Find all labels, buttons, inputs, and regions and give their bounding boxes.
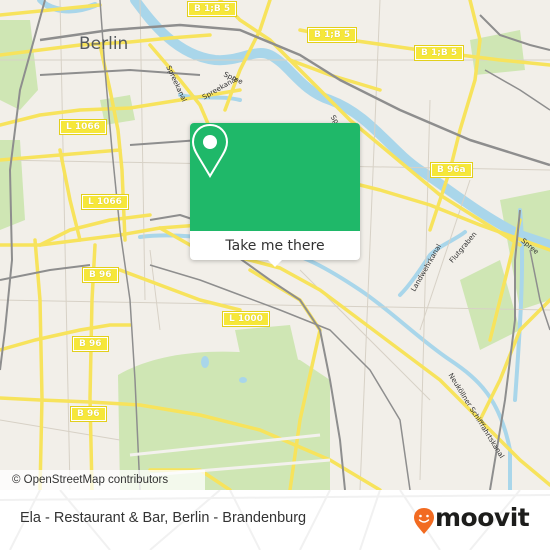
place-name: Ela - Restaurant & Bar, Berlin - Branden…: [20, 510, 307, 526]
moovit-wordmark: moovit: [435, 503, 530, 532]
popup-header: [190, 123, 360, 231]
road-shield: B 1;B 5: [186, 1, 238, 17]
map-view[interactable]: Berlin B 1;B 5 B 1;B 5 B 1;B 5 L 1066 L …: [0, 0, 550, 490]
moovit-smiley-pin-icon: [414, 508, 434, 534]
location-popup: Take me there: [190, 123, 360, 267]
road-shield: B 96: [72, 336, 109, 352]
road-shield: L 1066: [59, 119, 107, 135]
city-label-berlin: Berlin: [79, 34, 129, 54]
road-shield: B 96: [70, 406, 107, 422]
road-shield: B 96: [82, 267, 119, 283]
road-shield: B 1;B 5: [413, 45, 465, 61]
take-me-there-button[interactable]: Take me there: [190, 231, 360, 260]
footer-bar: Ela - Restaurant & Bar, Berlin - Branden…: [0, 490, 550, 550]
road-shield: B 1;B 5: [306, 27, 358, 43]
popup-pointer: [267, 259, 283, 267]
road-shield: B 96a: [430, 162, 473, 178]
map-attribution[interactable]: © OpenStreetMap contributors: [0, 470, 205, 490]
road-shield: L 1066: [81, 194, 129, 210]
map-pin-icon: [191, 123, 229, 178]
road-shield: L 1000: [222, 311, 270, 327]
